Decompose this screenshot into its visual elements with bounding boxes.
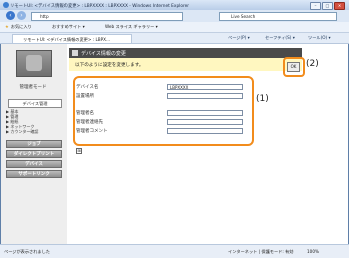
zoom-level[interactable]: 100% (307, 249, 319, 254)
admin-contact-field[interactable] (167, 119, 243, 125)
device-name-label: デバイス名 (76, 85, 99, 90)
page-menu[interactable]: ページ(P) ▾ (228, 35, 250, 41)
expand-icon[interactable]: ⊞ (76, 148, 82, 154)
safety-menu[interactable]: セーフティ(S) ▾ (265, 35, 295, 41)
tools-menu[interactable]: ツール(O) ▾ (308, 35, 331, 41)
url-field[interactable]: http (31, 12, 183, 21)
page-title-bar: デバイス情報の変更 (69, 48, 302, 58)
tab-remote-ui[interactable]: リモートUI: <デバイス情報の変更> : LBPX... (12, 34, 132, 43)
security-zone: インターネット | 保護モード: 有効 (228, 249, 294, 254)
location-label: 設置場所 (76, 94, 94, 99)
maximize-button[interactable]: □ (322, 2, 333, 10)
status-bar (0, 244, 349, 258)
admin-name-label: 管理者名 (76, 111, 94, 116)
fav-item-suggested[interactable]: おすすめサイト ▾ (52, 24, 85, 30)
admin-comment-field[interactable] (167, 128, 243, 134)
window-title: リモートUI: <デバイス情報の変更> : LBPXXXX : LBPXXXX … (10, 4, 190, 9)
support-link-button[interactable]: サポートリンク (6, 170, 62, 178)
minimize-button[interactable]: – (310, 2, 321, 10)
admin-comment-label: 管理者コメント (76, 129, 108, 134)
star-icon: ★ (5, 24, 9, 29)
direct-print-button[interactable]: ダイレクトプリント (6, 150, 62, 158)
favorites-button[interactable]: ★ お気に入り (5, 24, 32, 30)
search-placeholder: Live Search (231, 14, 256, 19)
search-input[interactable]: Live Search (219, 12, 337, 21)
admin-mode-label: 管理者モード (19, 85, 47, 90)
callout-2-box (283, 57, 305, 77)
callout-1-label: (1) (256, 94, 269, 104)
device-name-field[interactable]: LBPXXXX (167, 84, 243, 90)
close-button[interactable]: ✕ (334, 2, 345, 10)
forward-icon[interactable]: › (17, 11, 26, 20)
url-text: http (40, 14, 49, 19)
fav-item-webslice[interactable]: Web スライス ギャラリー ▾ (105, 24, 158, 30)
back-icon[interactable]: ‹ (6, 11, 15, 20)
device-button[interactable]: デバイス (6, 160, 62, 168)
message-bar: 以下のように設定を変更します。 (69, 58, 302, 71)
device-name-value: LBPXXXX (170, 85, 189, 90)
callout-2-label: (2) (306, 59, 319, 69)
ie-icon (3, 2, 9, 8)
admin-contact-label: 管理者連絡先 (76, 120, 103, 125)
device-icon (72, 50, 78, 56)
message-text: 以下のように設定を変更します。 (75, 63, 144, 68)
admin-name-field[interactable] (167, 110, 243, 116)
status-text: ページが表示されました (4, 249, 50, 254)
location-field[interactable] (167, 93, 243, 99)
jobs-button[interactable]: ジョブ (6, 140, 62, 148)
sidebar-link-counter[interactable]: ▶ カウンター確認 (6, 129, 38, 135)
device-logo (16, 50, 52, 77)
page-title: デバイス情報の変更 (81, 51, 126, 57)
device-management-tab[interactable]: デバイス管理 (8, 99, 62, 108)
